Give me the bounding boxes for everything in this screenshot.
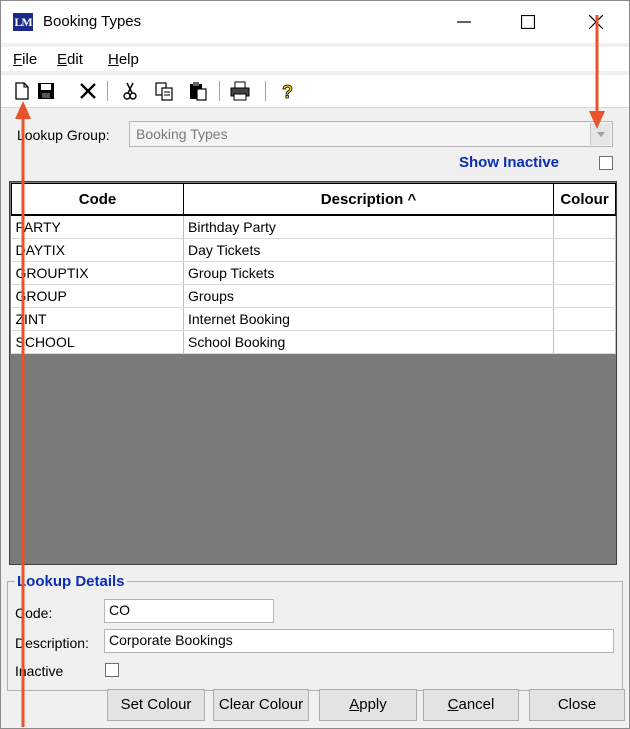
cell-code: PARTY bbox=[11, 215, 184, 239]
clear-colour-button[interactable]: Clear Colour bbox=[213, 689, 309, 721]
cell-code: GROUPTIX bbox=[11, 261, 184, 285]
menu-edit-label: dit bbox=[67, 51, 83, 68]
column-header-code[interactable]: Code bbox=[11, 183, 184, 216]
show-inactive-checkbox[interactable] bbox=[599, 156, 613, 170]
table-row[interactable]: SCHOOL School Booking bbox=[11, 330, 616, 354]
table-header-row: Code Description ^ Colour bbox=[11, 183, 616, 216]
cut-button[interactable] bbox=[119, 80, 141, 102]
menu-help-label: elp bbox=[118, 51, 139, 68]
lookup-grid: Code Description ^ Colour PARTY Birthday … bbox=[9, 181, 617, 565]
cell-colour bbox=[553, 238, 616, 262]
annotation-arrow-down bbox=[589, 15, 605, 129]
cancel-label: ancel bbox=[458, 696, 495, 713]
menu-file[interactable]: File bbox=[13, 51, 37, 68]
app-logo-icon: LM bbox=[13, 13, 33, 31]
copy-icon bbox=[155, 82, 173, 101]
cell-colour bbox=[553, 284, 616, 308]
save-icon bbox=[38, 83, 54, 99]
column-header-description[interactable]: Description ^ bbox=[183, 183, 554, 216]
close-button[interactable]: Close bbox=[529, 689, 625, 721]
cell-colour bbox=[553, 215, 616, 239]
toolbar-separator bbox=[265, 81, 266, 101]
menu-edit[interactable]: Edit bbox=[57, 51, 83, 68]
cell-code: SCHOOL bbox=[11, 330, 184, 354]
booking-types-window: LM Booking Types File Edit Help ? Lookup… bbox=[0, 0, 630, 729]
window-title: Booking Types bbox=[43, 13, 142, 30]
delete-button[interactable] bbox=[77, 80, 99, 102]
lookup-table: Code Description ^ Colour PARTY Birthday … bbox=[11, 183, 616, 354]
cell-description: Internet Booking bbox=[183, 307, 554, 331]
cell-description: Day Tickets bbox=[183, 238, 554, 262]
cell-colour bbox=[553, 307, 616, 331]
cancel-mnemonic: C bbox=[447, 696, 459, 713]
apply-mnemonic: A bbox=[349, 696, 360, 713]
description-field[interactable]: Corporate Bookings bbox=[104, 629, 614, 653]
save-button[interactable] bbox=[35, 80, 57, 102]
set-colour-button[interactable]: Set Colour bbox=[107, 689, 205, 721]
menu-file-mnemonic: F bbox=[13, 51, 23, 68]
show-inactive-label: Show Inactive bbox=[459, 154, 560, 171]
title-bar[interactable]: LM Booking Types bbox=[1, 1, 629, 43]
column-header-colour[interactable]: Colour bbox=[553, 183, 616, 216]
table-row[interactable]: PARTY Birthday Party bbox=[11, 215, 616, 239]
cell-description: Groups bbox=[183, 284, 554, 308]
menu-help[interactable]: Help bbox=[108, 51, 139, 68]
lookup-group-select[interactable]: Booking Types bbox=[129, 121, 613, 147]
inactive-checkbox[interactable] bbox=[105, 663, 119, 677]
minimize-button[interactable] bbox=[441, 1, 487, 43]
menu-file-label: ile bbox=[22, 51, 38, 68]
help-icon: ? bbox=[282, 82, 294, 102]
cut-icon bbox=[123, 82, 137, 100]
cancel-button[interactable]: Cancel bbox=[423, 689, 519, 721]
cell-colour bbox=[553, 261, 616, 285]
paste-button[interactable] bbox=[187, 80, 209, 102]
table-row[interactable]: DAYTIX Day Tickets bbox=[11, 238, 616, 262]
cell-description: Group Tickets bbox=[183, 261, 554, 285]
table-row[interactable]: ZINT Internet Booking bbox=[11, 307, 616, 331]
svg-text:?: ? bbox=[282, 82, 293, 102]
cell-description: Birthday Party bbox=[183, 215, 554, 239]
menu-bar: File Edit Help bbox=[1, 47, 629, 71]
cell-description: School Booking bbox=[183, 330, 554, 354]
cell-colour bbox=[553, 330, 616, 354]
copy-button[interactable] bbox=[153, 80, 175, 102]
apply-label: pply bbox=[359, 696, 387, 713]
print-button[interactable] bbox=[229, 80, 251, 102]
menu-help-mnemonic: H bbox=[108, 51, 119, 68]
code-field[interactable]: CO bbox=[104, 599, 274, 623]
cell-code: GROUP bbox=[11, 284, 184, 308]
cell-code: ZINT bbox=[11, 307, 184, 331]
maximize-icon bbox=[521, 15, 535, 29]
menu-edit-mnemonic: E bbox=[57, 51, 68, 68]
toolbar-separator bbox=[219, 81, 220, 101]
lookup-group-value: Booking Types bbox=[136, 126, 228, 142]
minimize-icon bbox=[457, 21, 471, 23]
toolbar: ? bbox=[1, 75, 629, 108]
maximize-button[interactable] bbox=[505, 1, 551, 43]
paste-icon bbox=[190, 82, 207, 101]
apply-button[interactable]: Apply bbox=[319, 689, 417, 721]
table-row[interactable]: GROUPTIX Group Tickets bbox=[11, 261, 616, 285]
print-icon bbox=[230, 81, 250, 101]
annotation-arrow-up bbox=[15, 101, 31, 727]
table-row[interactable]: GROUP Groups bbox=[11, 284, 616, 308]
help-button[interactable]: ? bbox=[277, 80, 299, 102]
delete-icon bbox=[80, 83, 96, 99]
toolbar-separator bbox=[107, 81, 108, 101]
cell-code: DAYTIX bbox=[11, 238, 184, 262]
